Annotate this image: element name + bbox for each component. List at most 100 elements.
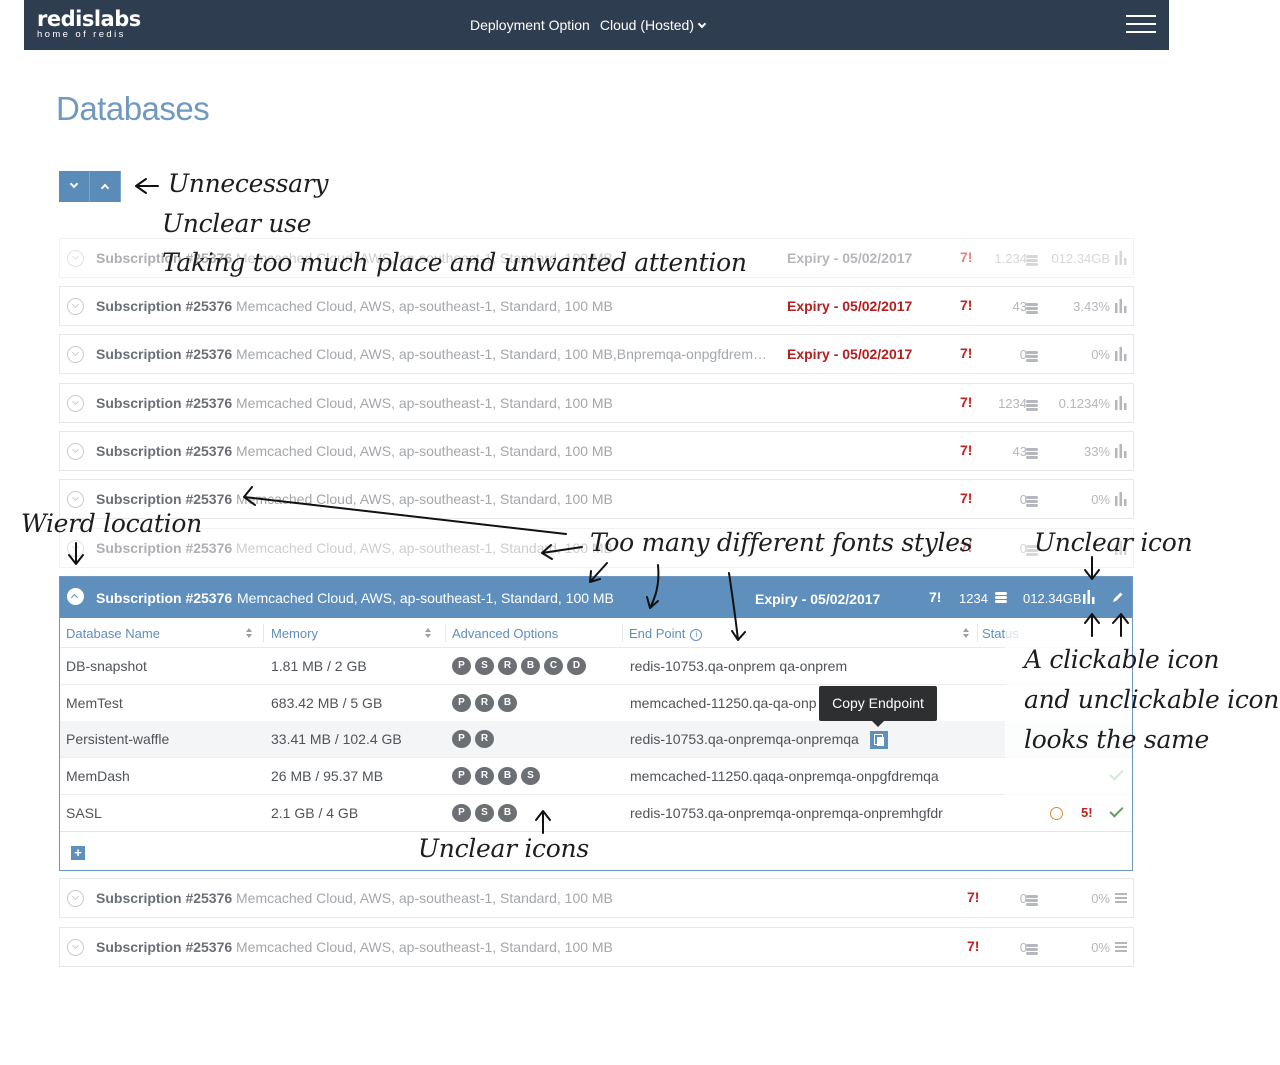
option-badge-s: S xyxy=(475,657,494,675)
option-badge-s: S xyxy=(521,767,540,785)
expanded-subscription-header[interactable]: Subscription #25376 Memcached Cloud, AWS… xyxy=(60,577,1132,618)
col-database-name[interactable]: Database Name xyxy=(66,626,160,641)
database-table-header: Database Name Memory Advanced Options En… xyxy=(60,618,1132,648)
database-row[interactable]: DB-snapshot 1.81 MB / 2 GB P S R B C D redis-107… xyxy=(60,648,1132,685)
expand-circle-icon[interactable] xyxy=(67,939,84,956)
database-endpoint: memcached-11250.qa-qa-onp xyxy=(630,695,817,711)
bar-chart-icon xyxy=(1115,444,1127,458)
subscription-row[interactable]: Subscription #25376 Memcached Cloud, AWS,… xyxy=(59,927,1134,967)
expand-all-button[interactable] xyxy=(59,171,90,202)
alert-count: 7! xyxy=(960,297,973,313)
logo-tagline: home of redis xyxy=(37,29,126,40)
database-stack-icon xyxy=(1026,398,1038,411)
expand-circle-icon[interactable] xyxy=(67,890,84,907)
expand-circle-icon[interactable] xyxy=(67,540,84,557)
option-badge-c: C xyxy=(544,657,563,675)
database-name[interactable]: Persistent-waffle xyxy=(66,731,169,747)
alert-count: 7! xyxy=(960,345,973,361)
annotation-too-many-fonts: Too many different fonts styles xyxy=(590,528,973,557)
subscription-expiry: Expiry - 05/02/2017 xyxy=(787,298,913,314)
info-icon[interactable]: i xyxy=(690,629,703,641)
subscription-id: Subscription #25376 xyxy=(96,890,233,906)
redislabs-logo[interactable]: redislabs home of redis xyxy=(37,8,141,41)
top-navigation-bar: redislabs home of redis Deployment Optio… xyxy=(24,0,1169,50)
database-name[interactable]: MemDash xyxy=(66,768,130,784)
subscription-row[interactable]: Subscription #25376 Memcached Cloud, AWS,… xyxy=(59,334,1134,374)
advanced-options-badges: PR xyxy=(452,730,498,748)
database-endpoint: redis-10753.qa-onpremqa-onpremqa-onpremh… xyxy=(630,805,943,821)
subscription-expiry: Expiry - 05/02/2017 xyxy=(787,250,913,266)
database-alert-count: 5! xyxy=(1081,805,1093,820)
copy-endpoint-tooltip: Copy Endpoint xyxy=(819,686,937,727)
option-badge-r: R xyxy=(498,657,517,675)
bar-chart-icon xyxy=(1115,347,1127,361)
option-badge-s: S xyxy=(475,804,494,822)
expand-circle-icon[interactable] xyxy=(67,395,84,412)
database-count: 43 xyxy=(1012,299,1027,314)
subscription-row[interactable]: Subscription #25376 Memcached Cloud, AWS,… xyxy=(59,479,1134,519)
sort-icon[interactable] xyxy=(963,628,970,639)
collapse-circle-icon[interactable] xyxy=(67,588,84,605)
database-row[interactable]: SASL 2.1 GB / 4 GB P S Bredis-10753.qa-onpre… xyxy=(60,795,1132,832)
hamburger-menu-icon[interactable] xyxy=(1126,15,1156,35)
subscription-description: Memcached Cloud, AWS, ap-southeast-1, St… xyxy=(236,395,613,411)
annotation-wierd-location: Wierd location xyxy=(21,509,202,538)
memory-usage: 012.34GB xyxy=(1051,251,1110,266)
option-badge-p: P xyxy=(452,804,471,822)
memory-usage: 012.34GB xyxy=(1023,591,1082,606)
database-endpoint: redis-10753.qa-onprem qa-onprem xyxy=(630,658,848,674)
subscription-row[interactable]: Subscription #25376 Memcached Cloud, AWS,… xyxy=(59,383,1134,423)
deployment-option[interactable]: Deployment Option Cloud (Hosted) xyxy=(470,17,707,33)
subscription-row[interactable]: Subscription #25376 Memcached Cloud, AWS,… xyxy=(59,431,1134,471)
logo-text: redislabs xyxy=(37,7,141,31)
expand-circle-icon[interactable] xyxy=(67,443,84,460)
copy-endpoint-icon[interactable] xyxy=(870,731,888,749)
collapse-all-button[interactable] xyxy=(90,171,121,202)
subscription-row[interactable]: Subscription #25376 Memcached Cloud, AWS,… xyxy=(59,878,1134,918)
memory-usage: 0% xyxy=(1091,347,1110,362)
alert-count: 7! xyxy=(960,249,973,265)
subscription-id: Subscription #25376 xyxy=(96,395,233,411)
database-name[interactable]: MemTest xyxy=(66,695,123,711)
screen: redislabs home of redis Deployment Optio… xyxy=(0,0,1280,1065)
sort-icon[interactable] xyxy=(246,628,253,639)
database-endpoint: memcached-11250.qaqa-onpremqa-onpgfdremq… xyxy=(630,768,939,784)
option-badge-b: B xyxy=(498,767,517,785)
database-memory: 1.81 MB / 2 GB xyxy=(271,658,367,674)
memory-usage: 0% xyxy=(1091,492,1110,507)
database-row[interactable]: MemTest 683.42 MB / 5 GB P R Bmemcached-1125… xyxy=(60,685,1132,722)
subscription-id: Subscription #25376 xyxy=(96,443,233,459)
alert-count: 7! xyxy=(960,394,973,410)
database-count: 43 xyxy=(1012,444,1027,459)
memory-usage: 3.43% xyxy=(1073,299,1110,314)
annotation-unclear-use: Unclear use xyxy=(162,209,312,238)
annotation-unnecessary: Unnecessary xyxy=(168,169,329,198)
database-name[interactable]: SASL xyxy=(66,805,102,821)
edit-pencil-icon[interactable] xyxy=(1112,591,1124,603)
database-name[interactable]: DB-snapshot xyxy=(66,658,147,674)
sort-icon[interactable] xyxy=(425,628,432,639)
expand-collapse-buttons xyxy=(59,171,121,202)
subscription-row[interactable]: Subscription #25376 Memcached Cloud, AWS,… xyxy=(59,286,1134,326)
subscription-expiry: Expiry - 05/02/2017 xyxy=(787,346,913,362)
bar-chart-icon xyxy=(1115,492,1127,506)
advanced-options-badges: PSRBCD xyxy=(452,657,590,675)
expand-circle-icon[interactable] xyxy=(67,346,84,363)
chevron-down-icon[interactable] xyxy=(697,19,707,29)
database-row[interactable]: MemDash 26 MB / 95.37 MB P R B Smemcached-112… xyxy=(60,758,1132,795)
expand-circle-icon[interactable] xyxy=(67,250,84,267)
subscription-description: Memcached Cloud, AWS, ap-southeast-1, St… xyxy=(236,298,613,314)
database-stack-icon xyxy=(995,592,1007,603)
subscription-expiry: Expiry - 05/02/2017 xyxy=(755,591,881,607)
annotation-clickable-2: and unclickable icon xyxy=(1024,685,1280,714)
subscription-id: Subscription #25376 xyxy=(96,298,233,314)
add-database-button[interactable]: + xyxy=(71,846,85,860)
database-row[interactable]: Persistent-waffle 33.41 MB / 102.4 GB P Rre… xyxy=(60,721,1132,758)
deployment-value[interactable]: Cloud (Hosted) xyxy=(600,17,694,33)
col-memory[interactable]: Memory xyxy=(271,626,318,641)
col-advanced-options: Advanced Options xyxy=(452,626,559,641)
expand-circle-icon[interactable] xyxy=(67,298,84,315)
bar-chart-icon xyxy=(1083,590,1095,604)
database-count: 1234 xyxy=(998,396,1027,411)
expand-circle-icon[interactable] xyxy=(67,491,84,508)
